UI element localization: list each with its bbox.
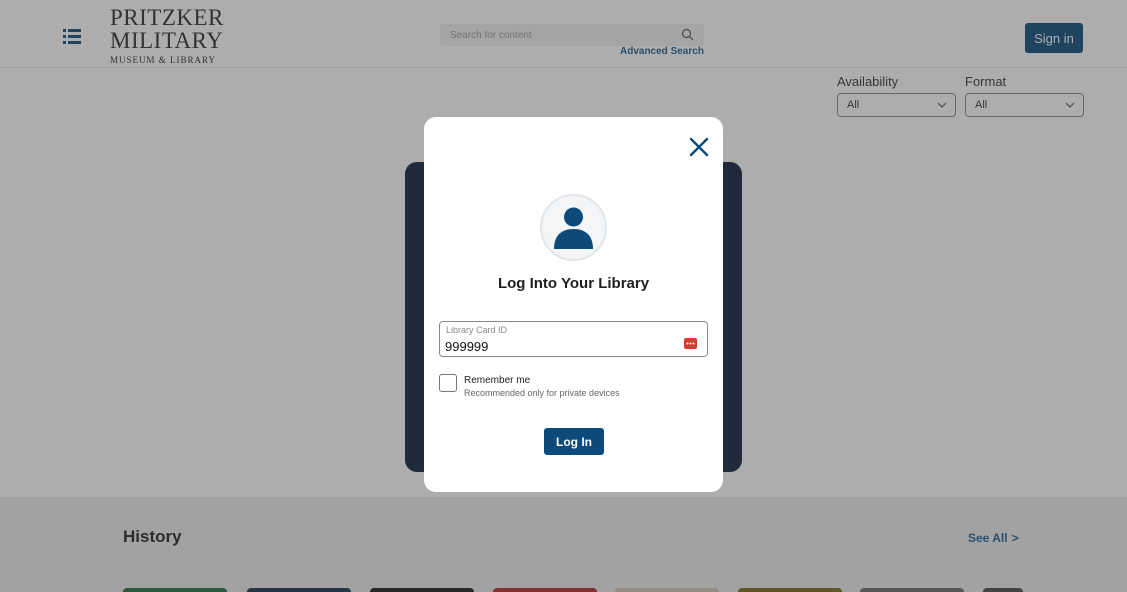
library-card-input[interactable] <box>445 338 675 354</box>
remember-me-hint: Recommended only for private devices <box>464 388 620 398</box>
library-card-field[interactable]: Library Card ID <box>439 321 708 357</box>
user-avatar-icon <box>540 194 607 261</box>
close-button[interactable] <box>688 136 710 158</box>
close-icon <box>689 137 709 157</box>
log-in-button[interactable]: Log In <box>544 428 604 455</box>
password-manager-icon[interactable] <box>684 338 697 349</box>
remember-me-label[interactable]: Remember me <box>464 375 530 386</box>
remember-me-checkbox[interactable] <box>439 374 457 392</box>
modal-title: Log Into Your Library <box>497 275 650 292</box>
library-card-label: Library Card ID <box>446 325 508 335</box>
